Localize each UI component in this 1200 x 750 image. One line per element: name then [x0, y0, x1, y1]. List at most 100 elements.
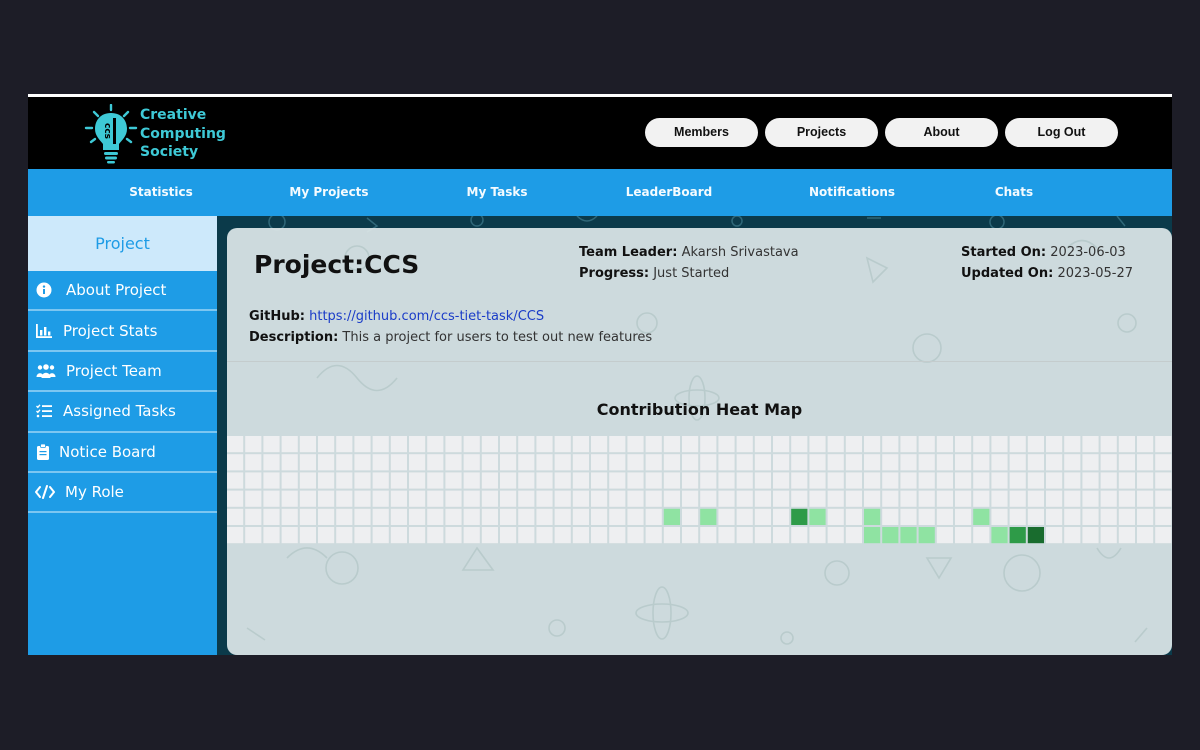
top-nav: Members Projects About Log Out	[645, 118, 1118, 147]
heatmap-cell	[791, 436, 808, 453]
heatmap-cell	[500, 527, 517, 544]
heatmap-cell	[245, 508, 262, 525]
nav-my-tasks[interactable]: My Tasks	[467, 169, 528, 216]
heatmap-cell	[1009, 508, 1026, 525]
heatmap-cell	[700, 527, 717, 544]
nav-my-projects[interactable]: My Projects	[289, 169, 368, 216]
sidebar-item-notice-board[interactable]: Notice Board	[28, 433, 217, 473]
team-leader-row: Team Leader: Akarsh Srivastava	[579, 242, 799, 263]
progress-value: Just Started	[653, 266, 730, 281]
sidebar-item-my-role[interactable]: My Role	[28, 473, 217, 514]
project-leader-progress: Team Leader: Akarsh Srivastava Progress:…	[579, 242, 799, 284]
heatmap-cell	[1082, 490, 1099, 507]
projects-button[interactable]: Projects	[765, 118, 878, 147]
heatmap-cell	[773, 490, 790, 507]
heatmap-cell	[754, 436, 771, 453]
sidebar-item-about-project[interactable]: About Project	[28, 271, 217, 312]
nav-statistics[interactable]: Statistics	[129, 169, 193, 216]
nav-notifications[interactable]: Notifications	[809, 169, 895, 216]
heatmap-cell	[736, 472, 753, 489]
heatmap-cell	[609, 472, 626, 489]
heatmap-cell	[864, 472, 881, 489]
heatmap-cell	[500, 472, 517, 489]
heatmap-cell	[773, 527, 790, 544]
heatmap-cell	[245, 436, 262, 453]
heatmap-cell	[663, 490, 680, 507]
heatmap-cell	[809, 472, 826, 489]
heatmap-cell	[390, 454, 407, 471]
heatmap-cell	[754, 472, 771, 489]
task-list-icon	[35, 402, 53, 420]
heatmap-cell	[445, 527, 462, 544]
heatmap-cell	[336, 490, 353, 507]
heatmap-cell	[354, 454, 371, 471]
heatmap-cell	[481, 527, 498, 544]
heatmap-cell-active	[864, 527, 881, 544]
github-link[interactable]: https://github.com/ccs-tiet-task/CCS	[309, 309, 544, 324]
project-dates: Started On: 2023-06-03 Updated On: 2023-…	[961, 242, 1133, 284]
heatmap-cell-active	[991, 527, 1008, 544]
sidebar-item-label: Notice Board	[59, 442, 156, 461]
logo-line-1: Creative	[140, 107, 207, 123]
heatmap-cell	[936, 436, 953, 453]
heatmap-cell	[572, 490, 589, 507]
heatmap-cell	[991, 436, 1008, 453]
sidebar-item-project-team[interactable]: Project Team	[28, 352, 217, 393]
heatmap-cell	[864, 454, 881, 471]
heatmap-cell	[318, 472, 335, 489]
updated-on-row: Updated On: 2023-05-27	[961, 263, 1133, 284]
heatmap-cell	[1009, 472, 1026, 489]
heatmap-cell	[390, 527, 407, 544]
heatmap-cell	[409, 436, 426, 453]
heatmap-cell	[645, 490, 662, 507]
app-window: ccs Creative Computing Society Members P…	[28, 94, 1172, 655]
heatmap-cell	[1118, 436, 1135, 453]
updated-on-label: Updated On:	[961, 266, 1054, 281]
heatmap-cell	[1155, 508, 1172, 525]
heatmap-cell	[591, 527, 608, 544]
heatmap-cell	[736, 454, 753, 471]
logout-button[interactable]: Log Out	[1005, 118, 1118, 147]
heatmap-cell	[627, 436, 644, 453]
sidebar-item-assigned-tasks[interactable]: Assigned Tasks	[28, 392, 217, 433]
heatmap-cell	[427, 436, 444, 453]
heatmap-cell	[318, 508, 335, 525]
heatmap-cell	[336, 508, 353, 525]
heatmap-cell	[1064, 508, 1081, 525]
about-button[interactable]: About	[885, 118, 998, 147]
logo-icon[interactable]: ccs	[84, 104, 138, 164]
heatmap-cell-active	[1009, 527, 1026, 544]
heatmap-cell	[591, 490, 608, 507]
heatmap-cell	[518, 508, 535, 525]
heatmap-cell	[409, 508, 426, 525]
heatmap-cell	[554, 472, 571, 489]
heatmap-cell	[445, 454, 462, 471]
heatmap-cell	[372, 472, 389, 489]
heatmap-cell	[318, 490, 335, 507]
heatmap-cell	[1100, 436, 1117, 453]
logo-text[interactable]: Creative Computing Society	[140, 106, 226, 162]
heatmap-cell-active	[900, 527, 917, 544]
heatmap-cell	[1064, 490, 1081, 507]
progress-label: Progress:	[579, 266, 650, 281]
nav-chats[interactable]: Chats	[995, 169, 1033, 216]
heatmap-cell	[1155, 454, 1172, 471]
info-icon	[35, 281, 53, 299]
heatmap-cell	[372, 436, 389, 453]
heatmap-cell	[736, 508, 753, 525]
heatmap-cell-active	[809, 508, 826, 525]
heatmap-cell	[445, 472, 462, 489]
heatmap-cell	[973, 527, 990, 544]
heatmap-cell	[390, 436, 407, 453]
heatmap-cell	[263, 436, 280, 453]
heatmap-cell	[1027, 490, 1044, 507]
heatmap-cell-active	[882, 527, 899, 544]
bar-chart-icon	[35, 322, 53, 340]
logo-line-2: Computing	[140, 125, 226, 142]
heatmap-cell	[791, 472, 808, 489]
members-button[interactable]: Members	[645, 118, 758, 147]
heatmap-cell	[955, 490, 972, 507]
nav-leaderboard[interactable]: LeaderBoard	[626, 169, 713, 216]
heatmap-cell	[1118, 490, 1135, 507]
sidebar-item-project-stats[interactable]: Project Stats	[28, 311, 217, 352]
